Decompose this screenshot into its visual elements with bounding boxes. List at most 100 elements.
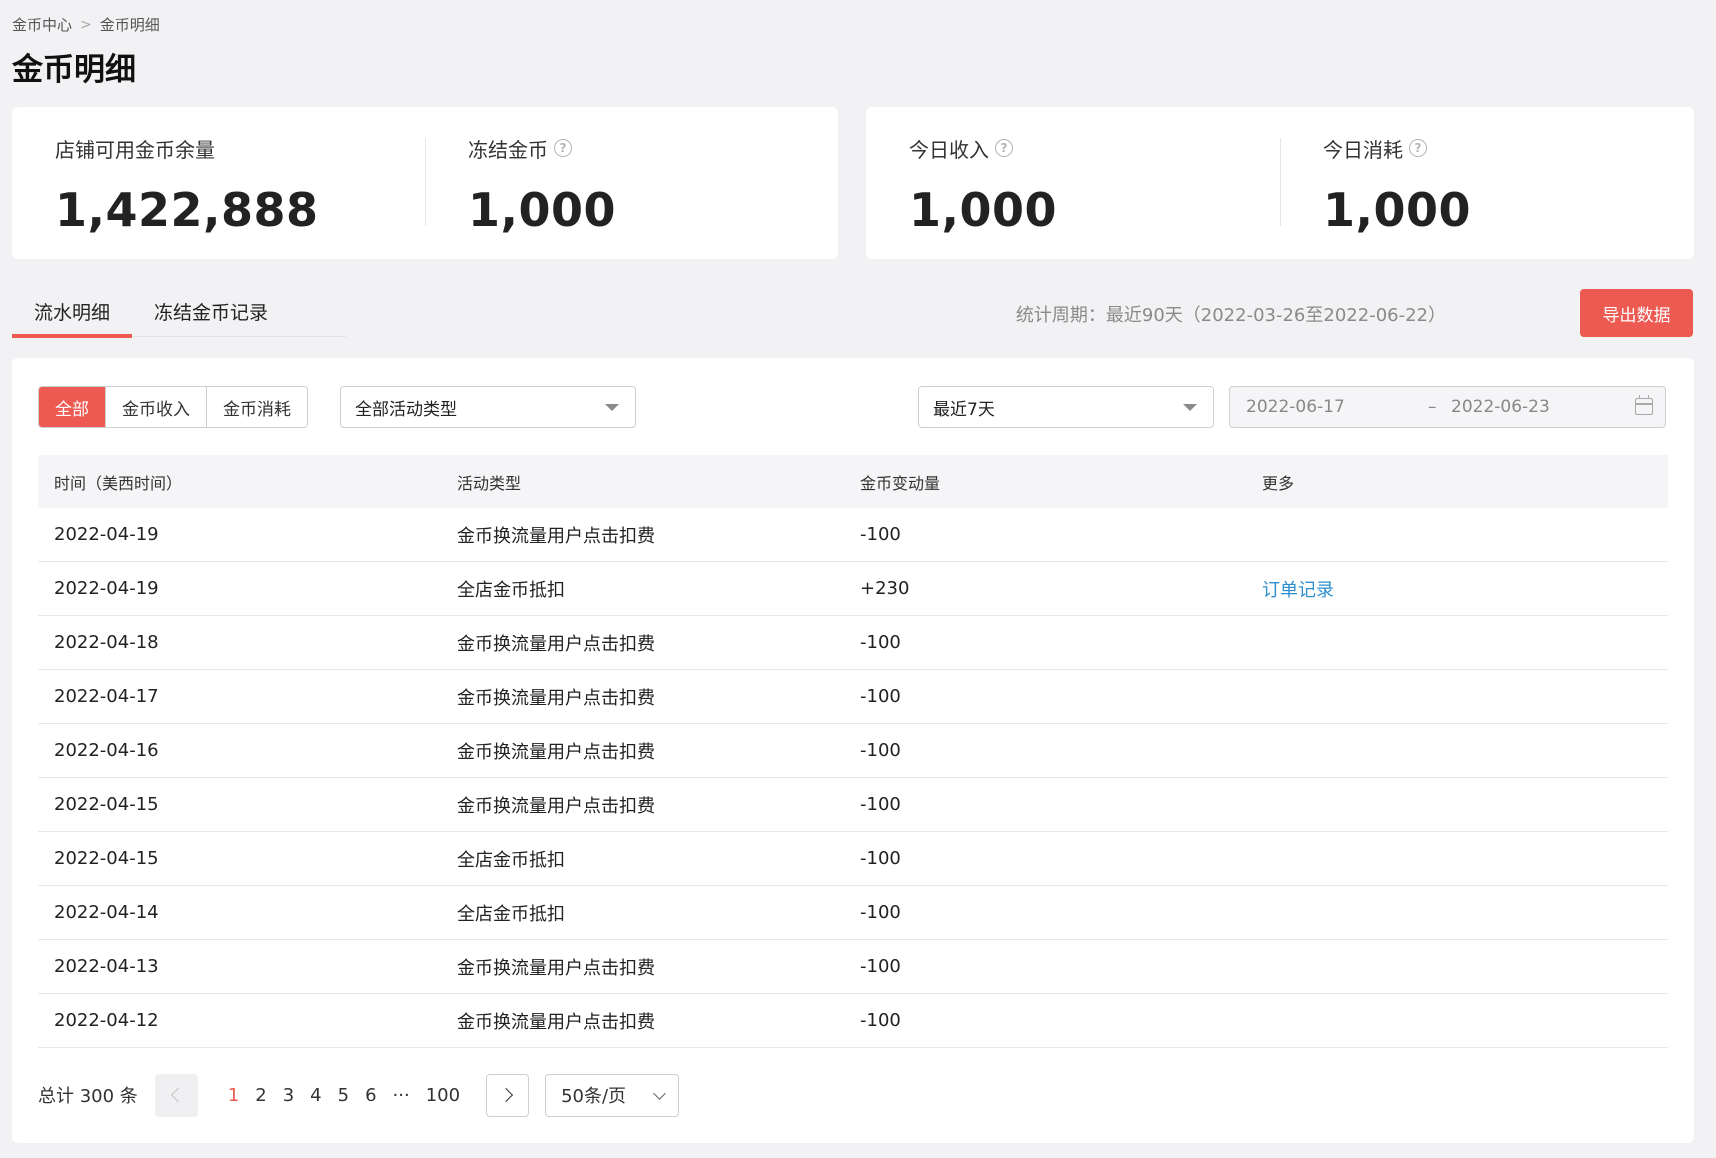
table-row: 2022-04-16 金币换流量用户点击扣费 -100 xyxy=(38,724,1668,778)
type-segmented-control: 全部 金币收入 金币消耗 xyxy=(38,386,308,428)
page-size-select[interactable]: 50条/页 xyxy=(545,1073,680,1117)
cell-gold-change: -100 xyxy=(860,848,901,869)
table-row: 2022-04-18 金币换流量用户点击扣费 -100 xyxy=(38,616,1668,670)
page-number[interactable]: 6 xyxy=(357,1085,384,1106)
prev-page-button[interactable] xyxy=(154,1073,198,1117)
stat-label-text: 冻结金币 xyxy=(468,137,548,162)
stat-label: 今日收入 ? xyxy=(909,135,1280,162)
cell-time: 2022-04-12 xyxy=(54,1010,159,1031)
chevron-left-icon xyxy=(171,1087,186,1103)
tab-frozen-gold-records[interactable]: 冻结金币记录 xyxy=(132,290,290,337)
date-start[interactable]: 2022-06-17 xyxy=(1246,397,1428,417)
table-row: 2022-04-12 金币换流量用户点击扣费 -100 xyxy=(38,994,1668,1048)
breadcrumb-separator: > xyxy=(80,16,92,33)
page-number[interactable]: 2 xyxy=(247,1085,274,1106)
stat-label: 冻结金币 ? xyxy=(468,135,838,162)
activity-type-select[interactable]: 全部活动类型 xyxy=(340,386,636,428)
cell-activity-type: 金币换流量用户点击扣费 xyxy=(457,687,655,709)
cell-time: 2022-04-19 xyxy=(54,578,159,599)
today-card: 今日收入 ? 1,000 今日消耗 ? 1,000 xyxy=(866,107,1694,259)
dropdown-caret-icon xyxy=(1183,404,1197,411)
cell-gold-change: -100 xyxy=(860,686,901,707)
cell-gold-change: +230 xyxy=(860,578,910,599)
date-end[interactable]: 2022-06-23 xyxy=(1451,397,1550,417)
calendar-icon[interactable] xyxy=(1635,395,1653,415)
total-count: 总计 300 条 xyxy=(38,1086,138,1107)
statistics-period: 统计周期：最近90天（2022-03-26至2022-06-22） xyxy=(1015,305,1446,326)
cell-gold-change: -100 xyxy=(860,902,901,923)
stat-label-text: 今日收入 xyxy=(909,137,989,162)
cell-time: 2022-04-13 xyxy=(54,956,159,977)
cell-time: 2022-04-14 xyxy=(54,902,159,923)
cell-gold-change: -100 xyxy=(860,794,901,815)
stat-frozen-gold: 冻结金币 ? 1,000 xyxy=(425,107,838,259)
transactions-table: 时间（美西时间） 活动类型 金币变动量 更多 2022-04-19 金币换流量用户… xyxy=(38,455,1668,1048)
stat-value: 1,000 xyxy=(909,183,1058,237)
cell-time: 2022-04-16 xyxy=(54,740,159,761)
stat-value: 1,000 xyxy=(468,183,617,237)
export-data-button[interactable]: 导出数据 xyxy=(1580,289,1693,337)
breadcrumb-item-gold-center[interactable]: 金币中心 xyxy=(12,14,72,35)
page-number[interactable]: 5 xyxy=(330,1085,357,1106)
cell-time: 2022-04-18 xyxy=(54,632,159,653)
tab-bar: 流水明细 冻结金币记录 xyxy=(12,290,346,338)
stat-label: 今日消耗 ? xyxy=(1323,135,1694,162)
table-row: 2022-04-15 金币换流量用户点击扣费 -100 xyxy=(38,778,1668,832)
cell-time: 2022-04-19 xyxy=(54,524,159,545)
date-range-picker[interactable]: 2022-06-17 – 2022-06-23 xyxy=(1229,386,1666,428)
activity-type-value: 全部活动类型 xyxy=(355,399,457,420)
stat-label-text: 今日消耗 xyxy=(1323,137,1403,162)
cell-activity-type: 金币换流量用户点击扣费 xyxy=(457,741,655,763)
cell-gold-change: -100 xyxy=(860,524,901,545)
cell-time: 2022-04-15 xyxy=(54,794,159,815)
cell-activity-type: 金币换流量用户点击扣费 xyxy=(457,633,655,655)
table-row: 2022-04-14 全店金币抵扣 -100 xyxy=(38,886,1668,940)
next-page-button[interactable] xyxy=(486,1073,530,1117)
page-number[interactable]: 100 xyxy=(418,1085,468,1106)
cell-activity-type: 全店金币抵扣 xyxy=(457,849,565,871)
stat-today-income: 今日收入 ? 1,000 xyxy=(866,107,1280,259)
cell-time: 2022-04-17 xyxy=(54,686,159,707)
breadcrumb-item-gold-detail: 金币明细 xyxy=(99,16,160,34)
date-range-preset-select[interactable]: 最近7天 xyxy=(918,386,1214,428)
help-icon[interactable]: ? xyxy=(995,139,1013,157)
order-record-link[interactable]: 订单记录 xyxy=(1262,576,1668,602)
page-number[interactable]: 3 xyxy=(275,1085,302,1106)
tab-transaction-detail[interactable]: 流水明细 xyxy=(12,290,133,338)
segment-income[interactable]: 金币收入 xyxy=(105,387,206,427)
cell-activity-type: 金币换流量用户点击扣费 xyxy=(457,1011,655,1033)
page-number[interactable]: 1 xyxy=(220,1085,247,1106)
cell-gold-change: -100 xyxy=(860,740,901,761)
stat-value: 1,000 xyxy=(1323,183,1472,237)
date-separator: – xyxy=(1428,397,1437,417)
chevron-down-icon xyxy=(653,1086,666,1100)
cell-activity-type: 金币换流量用户点击扣费 xyxy=(457,957,655,979)
date-range-preset-value: 最近7天 xyxy=(933,399,995,420)
stat-value: 1,422,888 xyxy=(55,183,319,237)
help-icon[interactable]: ? xyxy=(1409,139,1427,157)
detail-panel: 全部 金币收入 金币消耗 全部活动类型 最近7天 2022-06-17 – 20… xyxy=(12,358,1694,1143)
stat-label: 店铺可用金币余量 xyxy=(55,135,425,162)
cell-activity-type: 金币换流量用户点击扣费 xyxy=(457,795,655,817)
stat-available-balance: 店铺可用金币余量 1,422,888 xyxy=(12,107,425,259)
table-row: 2022-04-13 金币换流量用户点击扣费 -100 xyxy=(38,940,1668,994)
page-number[interactable]: 4 xyxy=(302,1085,329,1106)
cell-activity-type: 全店金币抵扣 xyxy=(457,903,565,925)
table-row: 2022-04-15 全店金币抵扣 -100 xyxy=(38,832,1668,886)
stat-label-text: 店铺可用金币余量 xyxy=(55,137,215,162)
cell-activity-type: 金币换流量用户点击扣费 xyxy=(457,525,655,547)
page-size-value: 50条/页 xyxy=(561,1086,627,1107)
stat-today-consumption: 今日消耗 ? 1,000 xyxy=(1280,107,1694,259)
page-title: 金币明细 xyxy=(12,52,136,88)
cell-gold-change: -100 xyxy=(860,956,901,977)
dropdown-caret-icon xyxy=(605,404,619,411)
table-row: 2022-04-19 全店金币抵扣 +230 订单记录 xyxy=(38,562,1668,616)
segment-all[interactable]: 全部 xyxy=(39,387,105,427)
table-header: 时间（美西时间） 活动类型 金币变动量 更多 xyxy=(38,455,1668,508)
chevron-right-icon xyxy=(498,1087,513,1103)
page-ellipsis[interactable]: ··· xyxy=(385,1085,418,1106)
column-header-activity-type: 活动类型 xyxy=(457,473,522,493)
segment-consumption[interactable]: 金币消耗 xyxy=(206,387,307,427)
cell-gold-change: -100 xyxy=(860,1010,901,1031)
help-icon[interactable]: ? xyxy=(554,139,572,157)
